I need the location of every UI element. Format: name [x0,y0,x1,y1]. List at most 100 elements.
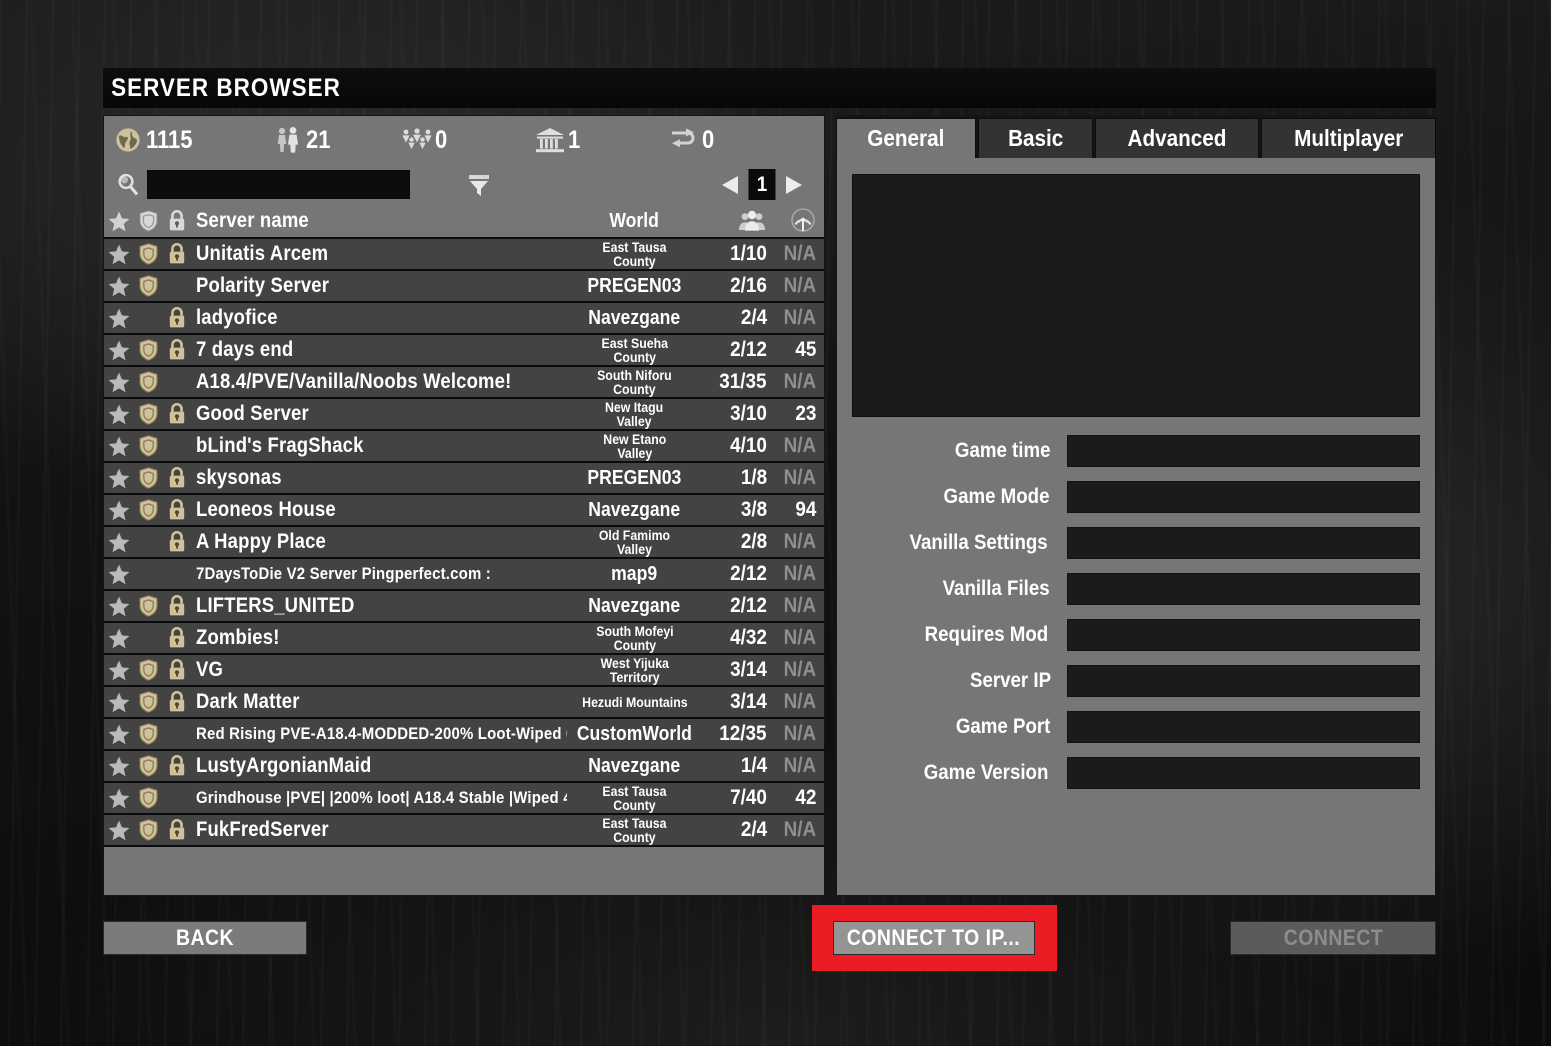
favorite-star-icon[interactable] [104,788,134,809]
favorite-star-icon[interactable] [104,532,134,553]
table-row[interactable]: Leoneos House Navezgane 3/8 94 [104,495,824,527]
table-row[interactable]: LustyArgonianMaid Navezgane 1/4 N/A [104,751,824,783]
password-lock-icon [162,403,192,425]
table-row[interactable]: skysonas PREGEN03 1/8 N/A [104,463,824,495]
row-ping: N/A [783,658,816,681]
table-row[interactable]: 7 days end East Sueha County 2/12 45 [104,335,824,367]
table-row[interactable]: VG West Yijuka Territory 3/14 N/A [104,655,824,687]
eac-shield-icon [134,787,162,809]
table-row[interactable]: Unitatis Arcem East Tausa County 1/10 N/A [104,239,824,271]
tab-general[interactable]: General [836,118,976,158]
prev-page-button[interactable] [718,170,744,200]
row-world-cell: Hezudi Mountains [567,695,702,710]
header-lock-icon[interactable] [162,210,192,232]
bank-icon [533,125,567,155]
row-world-cell: East Tausa County [567,784,702,813]
back-button[interactable]: BACK [103,921,307,955]
favorite-star-icon[interactable] [104,500,134,521]
stat-value: 21 [305,125,331,154]
connect-button-label: CONNECT [1283,925,1383,950]
favorite-star-icon[interactable] [104,756,134,777]
password-lock-icon [162,819,192,841]
row-world-cell: New Etano Valley [567,432,702,461]
table-row[interactable]: Zombies! South Mofeyi County 4/32 N/A [104,623,824,655]
header-players-icon[interactable] [702,209,770,233]
favorite-star-icon[interactable] [104,308,134,329]
row-players-cell: 3/14 [702,658,770,682]
table-row[interactable]: LIFTERS_UNITED Navezgane 2/12 N/A [104,591,824,623]
stat-bank: 1 [533,125,582,155]
row-world: Navezgane [588,498,681,521]
connect-button[interactable]: CONNECT [1230,921,1436,955]
favorite-star-icon[interactable] [104,372,134,393]
row-ping-cell: N/A [770,242,824,266]
row-server-name: Zombies! [192,626,567,650]
server-details-panel: General Basic Advanced Multiplayer Game tim… [836,115,1437,896]
favorite-star-icon[interactable] [104,564,134,585]
table-row[interactable]: Polarity Server PREGEN03 2/16 N/A [104,271,824,303]
horde-icon [400,125,434,155]
server-browser-screen: SERVER BROWSER 1115 21 0 1 0 1 Server na… [0,0,1551,1046]
favorite-star-icon[interactable] [104,244,134,265]
table-row[interactable]: 7DaysToDie V2 Server Pingperfect.com : ma… [104,559,824,591]
row-server-name-label: Unitatis Arcem [196,242,329,265]
field-vanilla-settings: Vanilla Settings [852,527,1420,559]
row-server-name-label: LustyArgonianMaid [196,754,372,777]
favorite-star-icon[interactable] [104,436,134,457]
table-row[interactable]: ladyofice Navezgane 2/4 N/A [104,303,824,335]
favorite-star-icon[interactable] [104,692,134,713]
favorite-star-icon[interactable] [104,404,134,425]
filter-icon[interactable] [462,169,496,201]
header-server-name[interactable]: Server name [192,209,567,233]
favorite-star-icon[interactable] [104,340,134,361]
favorite-star-icon[interactable] [104,468,134,489]
row-world: CustomWorld [576,722,693,745]
row-players-cell: 1/10 [702,242,770,266]
row-world: New Itagu Valley [605,398,664,429]
row-ping-cell: N/A [770,306,824,330]
connect-to-ip-button[interactable]: CONNECT TO IP... [833,921,1035,955]
row-server-name: A Happy Place [192,530,567,554]
table-row[interactable]: FukFredServer East Tausa County 2/4 N/A [104,815,824,847]
favorite-star-icon[interactable] [104,724,134,745]
favorite-star-icon[interactable] [104,596,134,617]
tab-multiplayer[interactable]: Multiplayer [1260,118,1437,158]
field-label-game-time: Game time [954,439,1051,462]
row-ping: N/A [783,818,816,841]
tab-advanced[interactable]: Advanced [1094,118,1259,158]
table-row[interactable]: Grindhouse |PVE| |200% loot| A18.4 Stabl… [104,783,824,815]
row-ping: N/A [783,434,816,457]
row-world-cell: East Tausa County [567,240,702,269]
table-row[interactable]: A Happy Place Old Famimo Valley 2/8 N/A [104,527,824,559]
table-row[interactable]: bLind's FragShack New Etano Valley 4/10 N/A [104,431,824,463]
table-row[interactable]: Red Rising PVE-A18.4-MODDED-200% Loot-Wi… [104,719,824,751]
field-label-vanilla-files: Vanilla Files [942,577,1050,600]
table-row[interactable]: Good Server New Itagu Valley 3/10 23 [104,399,824,431]
row-players: 2/8 [740,530,767,553]
detail-body: Game time Game Mode Vanilla Settings Vanill… [836,158,1436,896]
row-ping: 42 [794,786,816,809]
stat-players: 21 [271,125,334,155]
tab-basic[interactable]: Basic [977,118,1093,158]
favorite-star-icon[interactable] [104,820,134,841]
header-ping-icon[interactable] [770,208,824,234]
row-world-cell: CustomWorld [567,722,702,745]
header-shield-icon[interactable] [134,210,162,232]
next-page-button[interactable] [780,170,806,200]
row-ping-cell: 45 [770,338,824,362]
field-label-vanilla-settings: Vanilla Settings [909,531,1048,554]
row-world-cell: PREGEN03 [567,275,702,296]
table-row[interactable]: A18.4/PVE/Vanilla/Noobs Welcome! South Ni… [104,367,824,399]
search-input[interactable] [147,170,410,199]
stat-value: 1115 [146,125,193,154]
favorite-star-icon[interactable] [104,276,134,297]
server-table: Server name World Unitatis Arcem East Ta… [104,205,824,847]
header-world[interactable]: World [567,210,702,231]
favorite-star-icon[interactable] [104,660,134,681]
stat-globe: 1115 [111,125,199,155]
header-favorite-icon[interactable] [104,211,134,232]
eac-shield-icon [134,691,162,713]
favorite-star-icon[interactable] [104,628,134,649]
stat-value: 0 [434,125,447,154]
table-row[interactable]: Dark Matter Hezudi Mountains 3/14 N/A [104,687,824,719]
